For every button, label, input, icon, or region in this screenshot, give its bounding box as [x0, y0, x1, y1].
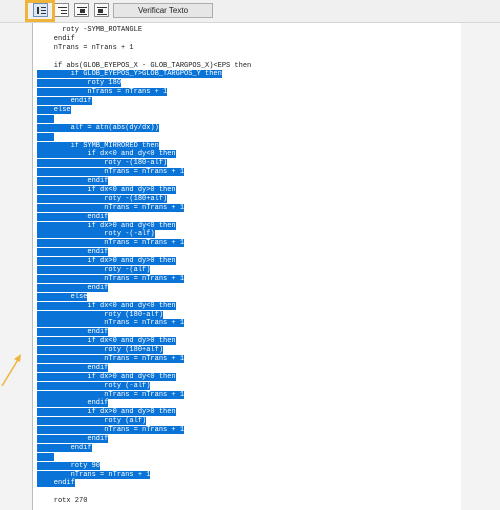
annotation-arrow [1, 354, 21, 387]
